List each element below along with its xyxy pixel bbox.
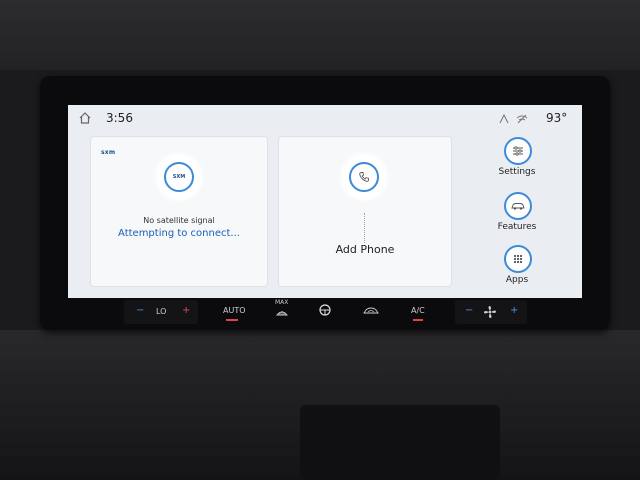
ac-indicator: [413, 319, 423, 321]
climate-control-bar: − LO + AUTO MAX A/C − +: [120, 299, 530, 325]
front-defrost-icon[interactable]: [275, 307, 289, 319]
phone-icon: [359, 172, 369, 182]
phone-halo: [337, 150, 391, 204]
radio-connecting-text: Attempting to connect...: [118, 228, 240, 239]
steering-heat-icon[interactable]: [318, 302, 332, 318]
satellite-radio-card[interactable]: sxm SXM No satellite signal Attempting t…: [90, 136, 268, 287]
auto-climate-button[interactable]: AUTO: [223, 306, 246, 315]
dotted-connector: [364, 213, 365, 243]
driver-temp-value: LO: [156, 307, 167, 316]
radio-halo: SXM: [152, 150, 206, 204]
recirculation-icon[interactable]: [363, 306, 379, 316]
radio-button[interactable]: SXM: [164, 162, 194, 192]
auto-indicator: [226, 319, 238, 321]
outside-temperature: 93°: [546, 111, 568, 125]
clock: 3:56: [106, 111, 133, 125]
infotainment-screen: 3:56 93° sxm SXM No satellite signal Att…: [68, 105, 582, 298]
driver-temp-group: − LO +: [124, 300, 198, 324]
fan-speed-group: − +: [455, 300, 527, 324]
signal-icon: [499, 113, 509, 124]
features-button[interactable]: Features: [484, 192, 554, 246]
fan-up-button[interactable]: +: [510, 305, 518, 316]
ac-button[interactable]: A/C: [411, 306, 425, 315]
add-phone-label: Add Phone: [335, 243, 395, 256]
phone-card[interactable]: Add Phone: [278, 136, 452, 287]
settings-label: Settings: [498, 167, 536, 177]
home-icon[interactable]: [78, 111, 92, 125]
air-vent: [300, 405, 500, 480]
sxm-logo: sxm: [101, 149, 116, 156]
radio-status-text: No satellite signal: [143, 216, 215, 225]
fan-icon: [484, 306, 496, 318]
max-defrost-label: MAX: [275, 299, 289, 306]
features-label: Features: [497, 222, 537, 232]
status-bar: 3:56 93°: [68, 105, 582, 131]
settings-button[interactable]: Settings: [484, 137, 554, 191]
sxm-icon: SXM: [172, 174, 186, 180]
driver-temp-up-button[interactable]: +: [182, 305, 190, 316]
dashboard-top: [0, 0, 640, 70]
phone-button[interactable]: [349, 162, 379, 192]
driver-temp-down-button[interactable]: −: [136, 305, 144, 316]
apps-button[interactable]: Apps: [484, 245, 554, 298]
apps-label: Apps: [505, 275, 529, 285]
sliders-icon: [513, 146, 523, 156]
wifi-off-icon: [516, 114, 528, 124]
fan-down-button[interactable]: −: [465, 305, 473, 316]
car-icon: [511, 203, 525, 210]
grid-icon: [513, 254, 523, 264]
